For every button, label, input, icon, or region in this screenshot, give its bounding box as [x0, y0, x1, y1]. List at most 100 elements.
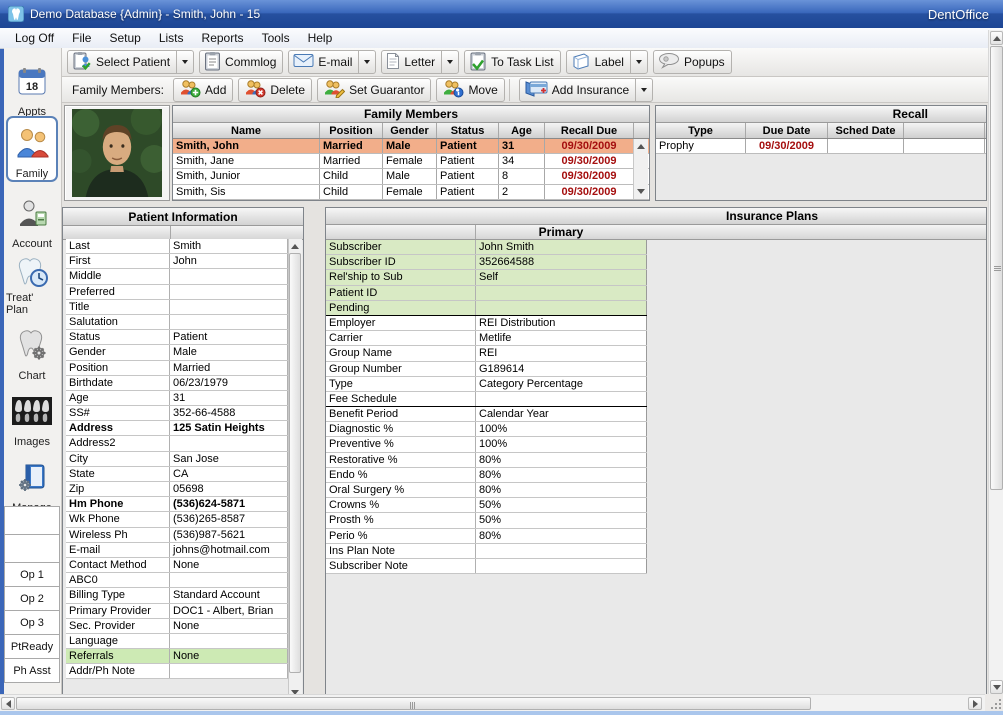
patient-info-row[interactable]: FirstJohn — [66, 254, 289, 269]
insurance-row[interactable]: Group NumberG189614 — [326, 362, 647, 377]
sidebar-item-treat-plan[interactable]: Treat' Plan — [6, 254, 58, 316]
menu-item-setup[interactable]: Setup — [100, 29, 149, 48]
menu-item-log-off[interactable]: Log Off — [6, 29, 63, 48]
patient-info-row[interactable]: Addr/Ph Note — [66, 664, 289, 679]
email-dropdown[interactable] — [358, 50, 375, 74]
patient-info-row[interactable]: CitySan Jose — [66, 452, 289, 467]
insurance-row[interactable]: TypeCategory Percentage — [326, 377, 647, 392]
label-dropdown[interactable] — [630, 50, 647, 74]
sidebar-item-chart[interactable]: Chart — [6, 320, 58, 382]
insurance-row[interactable]: Subscriber Note — [326, 559, 647, 574]
insurance-row[interactable]: Fee Schedule — [326, 392, 647, 407]
resize-grip[interactable] — [985, 694, 1003, 711]
patient-info-row[interactable]: Address125 Satin Heights — [66, 421, 289, 436]
sidebar-item-images[interactable]: Images — [6, 386, 58, 448]
insurance-row[interactable]: Restorative %80% — [326, 453, 647, 468]
menu-item-help[interactable]: Help — [299, 29, 342, 48]
sidebar-item-appts[interactable]: 18 Appts — [6, 56, 58, 118]
insurance-row[interactable]: Diagnostic %100% — [326, 422, 647, 437]
label-button[interactable]: Label — [566, 50, 648, 74]
patient-info-row[interactable]: Salutation — [66, 315, 289, 330]
to-task-list-button[interactable]: To Task List — [464, 50, 560, 74]
set-guarantor-button[interactable]: Set Guarantor — [317, 78, 431, 102]
recall-row[interactable]: Prophy09/30/2009 — [656, 139, 986, 154]
add-insurance-dropdown[interactable] — [635, 78, 652, 102]
patient-info-row[interactable]: ABC0 — [66, 573, 289, 588]
patient-info-row[interactable]: GenderMale — [66, 345, 289, 360]
patient-info-row[interactable]: Address2 — [66, 436, 289, 451]
patient-info-row[interactable]: StateCA — [66, 467, 289, 482]
sidebar-item-account[interactable]: Account — [6, 188, 58, 250]
popups-button[interactable]: Popups — [653, 50, 732, 74]
patient-info-row[interactable]: Billing TypeStandard Account — [66, 588, 289, 603]
insurance-row[interactable]: EmployerREI Distribution — [326, 316, 647, 331]
op-cell-empty[interactable] — [5, 507, 59, 535]
patient-info-row[interactable]: E-mailjohns@hotmail.com — [66, 543, 289, 558]
patient-info-row[interactable]: Wireless Ph(536)987-5621 — [66, 528, 289, 543]
family-member-row[interactable]: Smith, SisChildFemalePatient209/30/2009 — [173, 185, 649, 200]
insurance-row[interactable]: Pending — [326, 301, 647, 316]
insurance-row[interactable]: Ins Plan Note — [326, 544, 647, 559]
patient-info-scrollbar[interactable] — [288, 239, 302, 699]
op-button-ph-asst[interactable]: Ph Asst — [5, 659, 59, 682]
insurance-row[interactable]: Oral Surgery %80% — [326, 483, 647, 498]
column-header[interactable]: Age — [499, 123, 545, 138]
patient-info-row[interactable]: Hm Phone(536)624-5871 — [66, 497, 289, 512]
patient-info-row[interactable]: Primary ProviderDOC1 - Albert, Brian — [66, 604, 289, 619]
letter-button[interactable]: Letter — [381, 50, 459, 74]
family-members-scrollbar[interactable] — [633, 139, 648, 199]
insurance-row[interactable]: Perio %80% — [326, 529, 647, 544]
patient-info-row[interactable]: Age31 — [66, 391, 289, 406]
insurance-row[interactable]: Benefit PeriodCalendar Year — [326, 407, 647, 422]
op-button-op-2[interactable]: Op 2 — [5, 587, 59, 611]
menu-item-reports[interactable]: Reports — [193, 29, 253, 48]
insurance-row[interactable]: SubscriberJohn Smith — [326, 240, 647, 255]
insurance-row[interactable]: Prosth %50% — [326, 513, 647, 528]
patient-info-row[interactable]: Zip05698 — [66, 482, 289, 497]
patient-info-row[interactable]: Title — [66, 300, 289, 315]
patient-info-row[interactable]: PositionMarried — [66, 361, 289, 376]
commlog-button[interactable]: Commlog — [199, 50, 283, 74]
family-member-row[interactable]: Smith, JuniorChildMalePatient809/30/2009 — [173, 169, 649, 184]
column-header[interactable]: Sched Date — [828, 123, 904, 138]
family-member-row[interactable]: Smith, JaneMarriedFemalePatient3409/30/2… — [173, 154, 649, 169]
insurance-row[interactable]: Endo %80% — [326, 468, 647, 483]
op-cell-empty[interactable] — [5, 535, 59, 563]
column-header[interactable]: Position — [320, 123, 383, 138]
patient-info-row[interactable]: Middle — [66, 269, 289, 284]
insurance-row[interactable]: Subscriber ID352664588 — [326, 255, 647, 270]
column-header[interactable]: Type — [656, 123, 746, 138]
patient-info-row[interactable]: Wk Phone(536)265-8587 — [66, 512, 289, 527]
patient-photo[interactable] — [64, 105, 170, 201]
sidebar-item-family[interactable]: Family — [6, 116, 58, 182]
insurance-row[interactable]: Group NameREI — [326, 346, 647, 361]
column-header[interactable]: Recall Due — [545, 123, 634, 138]
insurance-row[interactable]: Preventive %100% — [326, 437, 647, 452]
menu-item-lists[interactable]: Lists — [150, 29, 193, 48]
menu-item-file[interactable]: File — [63, 29, 100, 48]
patient-info-row[interactable]: LastSmith — [66, 239, 289, 254]
op-button-ptready[interactable]: PtReady — [5, 635, 59, 659]
select-patient-dropdown[interactable] — [176, 50, 193, 74]
email-button[interactable]: E-mail — [288, 50, 376, 74]
patient-info-row[interactable]: Language — [66, 634, 289, 649]
column-header[interactable]: Due Date — [746, 123, 828, 138]
column-header[interactable]: Gender — [383, 123, 437, 138]
patient-info-row[interactable]: SS#352-66-4588 — [66, 406, 289, 421]
patient-info-row[interactable]: ReferralsNone — [66, 649, 289, 664]
horizontal-scrollbar[interactable] — [0, 694, 985, 711]
family-member-row[interactable]: Smith, JohnMarriedMalePatient3109/30/200… — [173, 139, 649, 154]
vertical-scrollbar[interactable] — [988, 30, 1003, 695]
column-header[interactable] — [904, 123, 985, 138]
patient-info-row[interactable]: Birthdate06/23/1979 — [66, 376, 289, 391]
op-button-op-1[interactable]: Op 1 — [5, 563, 59, 587]
insurance-row[interactable]: Crowns %50% — [326, 498, 647, 513]
sidebar-item-manage[interactable]: Manage — [6, 452, 58, 514]
letter-dropdown[interactable] — [441, 50, 458, 74]
add-family-member-button[interactable]: Add — [173, 78, 233, 102]
delete-family-member-button[interactable]: Delete — [238, 78, 312, 102]
move-family-member-button[interactable]: Move — [436, 78, 504, 102]
add-insurance-button[interactable]: Add Insurance — [519, 78, 653, 102]
patient-info-row[interactable]: StatusPatient — [66, 330, 289, 345]
select-patient-button[interactable]: Select Patient — [67, 50, 194, 74]
